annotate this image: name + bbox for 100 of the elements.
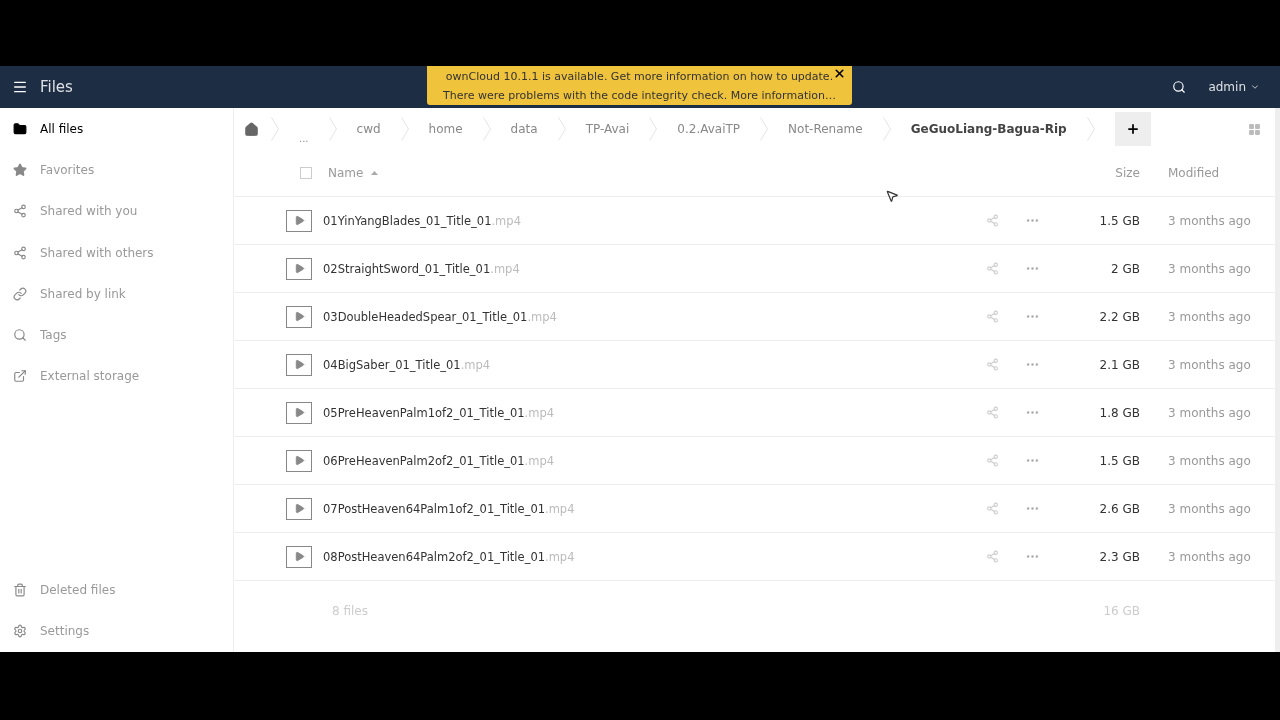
breadcrumb[interactable]: Not-Rename xyxy=(780,122,871,136)
file-name: 02StraightSword_01_Title_01.mp4 xyxy=(323,261,520,276)
file-size: 1.5 GB xyxy=(1098,453,1140,468)
chevron-icon xyxy=(328,117,337,141)
breadcrumb[interactable]: ... xyxy=(291,125,317,144)
file-name: 03DoubleHeadedSpear_01_Title_01.mp4 xyxy=(323,309,557,324)
share-icon[interactable] xyxy=(986,502,999,515)
sidebar-item[interactable]: All files xyxy=(0,108,233,150)
modified-time: 3 months ago xyxy=(1168,501,1252,516)
chevron-icon xyxy=(482,117,491,141)
sort-icon xyxy=(371,171,379,175)
file-name: 08PostHeaven64Palm2of2_01_Title_01.mp4 xyxy=(323,549,575,564)
video-icon xyxy=(286,401,312,424)
breadcrumb[interactable]: TP-Avai xyxy=(577,122,638,136)
share-icon[interactable] xyxy=(986,454,999,467)
search-icon[interactable] xyxy=(1172,80,1187,94)
modified-time: 3 months ago xyxy=(1168,309,1252,324)
file-name: 06PreHeavenPalm2of2_01_Title_01.mp4 xyxy=(323,453,555,468)
chevron-icon xyxy=(557,117,566,141)
modified-time: 3 months ago xyxy=(1168,405,1252,420)
star-icon xyxy=(13,162,27,177)
file-name: 04BigSaber_01_Title_01.mp4 xyxy=(323,357,491,372)
sidebar-item[interactable]: Favorites xyxy=(0,149,233,191)
video-icon xyxy=(286,257,312,280)
modified-time: 3 months ago xyxy=(1168,357,1252,372)
video-icon xyxy=(286,209,312,232)
file-size: 2.3 GB xyxy=(1098,549,1140,564)
chevron-icon xyxy=(882,117,891,141)
file-row[interactable]: 04BigSaber_01_Title_01.mp4 2.1 GB 3 months ago xyxy=(234,341,1275,389)
breadcrumb[interactable]: GeGuoLiang-Bagua-Rip xyxy=(902,122,1075,136)
share-icon xyxy=(13,245,27,260)
file-name: 07PostHeaven64Palm1of2_01_Title_01.mp4 xyxy=(323,501,575,516)
share-icon[interactable] xyxy=(986,214,999,227)
breadcrumb[interactable]: home xyxy=(420,122,471,136)
sidebar-item[interactable]: External storage xyxy=(0,355,233,398)
new-button[interactable] xyxy=(1114,112,1151,146)
sidebar-item[interactable]: Settings xyxy=(0,610,233,652)
breadcrumb[interactable]: cwd xyxy=(348,122,389,136)
breadcrumb[interactable]: 0.2.AvaiTP xyxy=(669,122,749,136)
file-row[interactable]: 08PostHeaven64Palm2of2_01_Title_01.mp4 2.3 GB 3 months ago xyxy=(234,533,1275,581)
share-icon[interactable] xyxy=(986,550,999,563)
sidebar-item[interactable]: Tags xyxy=(0,314,233,356)
video-icon xyxy=(286,545,312,568)
column-header[interactable]: Size xyxy=(1115,166,1140,180)
video-icon xyxy=(286,449,312,472)
share-icon[interactable] xyxy=(986,310,999,323)
file-name: 05PreHeavenPalm1of2_01_Title_01.mp4 xyxy=(323,405,555,420)
file-row[interactable]: 06PreHeavenPalm2of2_01_Title_01.mp4 1.5 GB 3 months ago xyxy=(234,437,1275,485)
search-icon xyxy=(13,328,27,343)
sidebar-item[interactable]: Shared with others xyxy=(0,231,233,274)
file-size: 1.8 GB xyxy=(1098,405,1140,420)
cursor-icon xyxy=(885,189,900,203)
column-header[interactable]: Modified xyxy=(1168,166,1275,180)
modified-time: 3 months ago xyxy=(1168,453,1252,468)
notification-text: There were problems with the code integrity check. More information… xyxy=(443,87,836,104)
video-icon xyxy=(286,353,312,376)
app-title: Files xyxy=(40,78,73,96)
file-size: 2.1 GB xyxy=(1098,357,1140,372)
chevron-icon xyxy=(271,117,279,141)
column-header[interactable]: Name xyxy=(328,166,364,180)
sidebar-item[interactable]: Shared with you xyxy=(0,190,233,232)
file-row[interactable]: 03DoubleHeadedSpear_01_Title_01.mp4 2.2 GB 3 months ago xyxy=(234,293,1275,341)
modified-time: 3 months ago xyxy=(1168,213,1252,228)
share-icon xyxy=(13,204,27,219)
modified-time: 3 months ago xyxy=(1168,549,1252,564)
trash-icon xyxy=(13,583,27,598)
close-icon[interactable] xyxy=(833,67,846,80)
file-row[interactable]: 05PreHeavenPalm1of2_01_Title_01.mp4 1.8 GB 3 months ago xyxy=(234,389,1275,437)
file-size: 1.5 GB xyxy=(1098,213,1140,228)
file-row[interactable]: 01YinYangBlades_01_Title_01.mp4 1.5 GB 3 months ago xyxy=(234,197,1275,245)
file-size: 2 GB xyxy=(1110,261,1140,276)
file-size: 2.2 GB xyxy=(1098,309,1140,324)
chevron-icon xyxy=(400,117,409,141)
home-icon[interactable] xyxy=(244,121,259,137)
file-name: 01YinYangBlades_01_Title_01.mp4 xyxy=(323,213,521,228)
file-row[interactable]: 02StraightSword_01_Title_01.mp4 2 GB 3 months ago xyxy=(234,245,1275,293)
breadcrumb[interactable]: data xyxy=(502,122,546,136)
video-icon xyxy=(286,497,312,520)
settings-icon xyxy=(13,624,27,639)
caret-icon xyxy=(1250,82,1260,92)
share-icon[interactable] xyxy=(986,406,999,419)
sidebar-item[interactable]: Shared by link xyxy=(0,273,233,315)
chevron-icon xyxy=(649,117,658,141)
chevron-icon xyxy=(760,117,769,141)
file-row[interactable]: 07PostHeaven64Palm1of2_01_Title_01.mp4 2.6 GB 3 months ago xyxy=(234,485,1275,533)
menu-icon[interactable] xyxy=(12,79,28,95)
plus-icon xyxy=(1125,122,1140,136)
grid-view-icon[interactable] xyxy=(1248,122,1261,136)
chevron-icon xyxy=(1086,117,1095,141)
user-menu[interactable]: admin xyxy=(1202,79,1266,95)
share-icon[interactable] xyxy=(986,262,999,275)
video-icon xyxy=(286,305,312,328)
external-link-icon xyxy=(13,369,27,384)
modified-time: 3 months ago xyxy=(1168,261,1252,276)
sidebar-item[interactable]: Deleted files xyxy=(0,569,233,611)
share-icon[interactable] xyxy=(986,358,999,371)
file-size: 2.6 GB xyxy=(1098,501,1140,516)
select-all-checkbox[interactable] xyxy=(300,167,312,179)
folder-icon xyxy=(13,121,27,136)
link-icon xyxy=(13,286,27,301)
